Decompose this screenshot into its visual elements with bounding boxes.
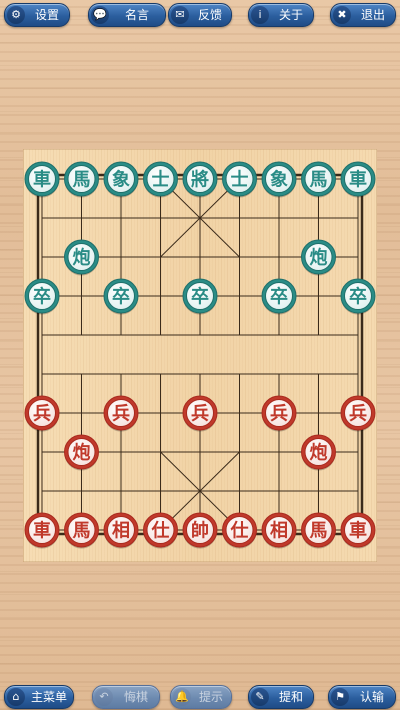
piece-label: 炮: [73, 442, 91, 464]
piece-teal[interactable]: 卒: [182, 278, 218, 315]
home-icon: ⌂: [7, 688, 25, 706]
piece-red[interactable]: 帥: [182, 512, 218, 549]
chess-board[interactable]: 車馬象士將士象馬車炮炮卒卒卒卒卒兵兵兵兵兵炮炮車馬相仕帥仕相馬車: [23, 149, 377, 562]
piece-label: 馬: [310, 521, 328, 542]
piece-label: 馬: [73, 521, 91, 542]
main-menu-label: 主菜单: [30, 690, 67, 704]
piece-red[interactable]: 仕: [222, 512, 257, 549]
feedback-label: 反馈: [197, 8, 222, 22]
piece-label: 士: [152, 170, 170, 191]
piece-label: 炮: [73, 247, 91, 269]
piece-red[interactable]: 炮: [64, 434, 99, 471]
piece-red[interactable]: 馬: [301, 512, 336, 549]
piece-red[interactable]: 相: [103, 512, 139, 549]
envelope-icon: ✉: [171, 6, 189, 24]
offer-draw-label: 提和: [278, 690, 303, 704]
piece-label: 相: [270, 521, 288, 542]
speech-bubble-icon: 💬: [91, 6, 109, 24]
piece-label: 卒: [112, 286, 130, 308]
piece-red[interactable]: 兵: [340, 395, 376, 432]
settings-label: 设置: [34, 8, 59, 22]
piece-label: 車: [33, 520, 51, 542]
quotes-button[interactable]: 💬 名言: [88, 3, 166, 27]
piece-label: 仕: [151, 520, 170, 542]
piece-teal[interactable]: 卒: [24, 278, 60, 315]
top-toolbar: ⚙ 设置 💬 名言 ✉ 反馈 i 关于 ✖ 退出: [0, 0, 400, 28]
piece-teal[interactable]: 象: [261, 161, 297, 198]
about-label: 关于: [278, 8, 303, 22]
piece-red[interactable]: 馬: [64, 512, 99, 549]
pencil-icon: ✎: [251, 688, 269, 706]
piece-label: 象: [270, 169, 288, 191]
offer-draw-button[interactable]: ✎ 提和: [248, 685, 314, 709]
undo-button[interactable]: ↶ 悔棋: [92, 685, 160, 709]
piece-label: 兵: [33, 404, 51, 425]
piece-red[interactable]: 兵: [182, 395, 218, 432]
piece-teal[interactable]: 卒: [261, 278, 297, 315]
piece-label: 車: [33, 169, 51, 191]
piece-teal[interactable]: 將: [182, 161, 218, 198]
piece-red[interactable]: 兵: [261, 395, 297, 432]
piece-label: 士: [231, 170, 249, 191]
piece-label: 炮: [310, 247, 328, 269]
piece-label: 馬: [310, 170, 328, 191]
bell-icon: 🔔: [173, 688, 191, 706]
piece-label: 卒: [349, 286, 367, 308]
hint-button[interactable]: 🔔 提示: [170, 685, 232, 709]
piece-label: 卒: [270, 286, 288, 308]
piece-teal[interactable]: 卒: [340, 278, 376, 315]
close-icon: ✖: [333, 6, 351, 24]
piece-label: 象: [112, 169, 130, 191]
piece-label: 兵: [191, 404, 209, 425]
piece-red[interactable]: 相: [261, 512, 297, 549]
piece-teal[interactable]: 士: [143, 161, 178, 198]
piece-label: 相: [112, 521, 130, 542]
piece-label: 帥: [191, 520, 209, 542]
main-menu-button[interactable]: ⌂ 主菜单: [4, 685, 74, 709]
settings-button[interactable]: ⚙ 设置: [4, 3, 70, 27]
piece-teal[interactable]: 士: [222, 161, 257, 198]
gear-icon: ⚙: [7, 6, 25, 24]
undo-label: 悔棋: [123, 690, 148, 704]
resign-button[interactable]: ⚑ 认输: [328, 685, 396, 709]
piece-red[interactable]: 炮: [301, 434, 336, 471]
exit-label: 退出: [360, 8, 385, 22]
piece-label: 兵: [112, 404, 130, 425]
piece-label: 車: [349, 520, 367, 542]
piece-teal[interactable]: 馬: [64, 161, 99, 198]
piece-red[interactable]: 仕: [143, 512, 178, 549]
piece-label: 炮: [310, 442, 328, 464]
info-icon: i: [251, 6, 269, 24]
resign-label: 认输: [359, 690, 384, 704]
piece-label: 兵: [270, 404, 288, 425]
piece-label: 將: [191, 169, 209, 191]
quotes-label: 名言: [124, 8, 149, 22]
piece-teal[interactable]: 卒: [103, 278, 139, 315]
about-button[interactable]: i 关于: [248, 3, 314, 27]
piece-teal[interactable]: 馬: [301, 161, 336, 198]
exit-button[interactable]: ✖ 退出: [330, 3, 396, 27]
piece-red[interactable]: 兵: [24, 395, 60, 432]
piece-red[interactable]: 車: [340, 512, 376, 549]
piece-label: 卒: [191, 286, 209, 308]
bottom-toolbar: ⌂ 主菜单 ↶ 悔棋 🔔 提示 ✎ 提和 ⚑ 认输: [0, 682, 400, 710]
piece-label: 兵: [349, 404, 367, 425]
piece-label: 車: [349, 169, 367, 191]
piece-teal[interactable]: 炮: [64, 239, 99, 276]
board-canvas: 車馬象士將士象馬車炮 炮卒卒卒卒卒兵兵兵兵兵炮 炮車馬相仕帥仕相馬車: [23, 149, 377, 562]
piece-label: 卒: [33, 286, 51, 308]
feedback-button[interactable]: ✉ 反馈: [168, 3, 232, 27]
piece-label: 馬: [73, 170, 91, 191]
piece-red[interactable]: 兵: [103, 395, 139, 432]
piece-teal[interactable]: 炮: [301, 239, 336, 276]
hint-label: 提示: [198, 690, 223, 704]
flag-icon: ⚑: [331, 688, 349, 706]
piece-red[interactable]: 車: [24, 512, 60, 549]
piece-teal[interactable]: 車: [24, 161, 60, 198]
undo-icon: ↶: [95, 688, 113, 706]
piece-teal[interactable]: 車: [340, 161, 376, 198]
piece-label: 仕: [230, 520, 249, 542]
piece-teal[interactable]: 象: [103, 161, 139, 198]
